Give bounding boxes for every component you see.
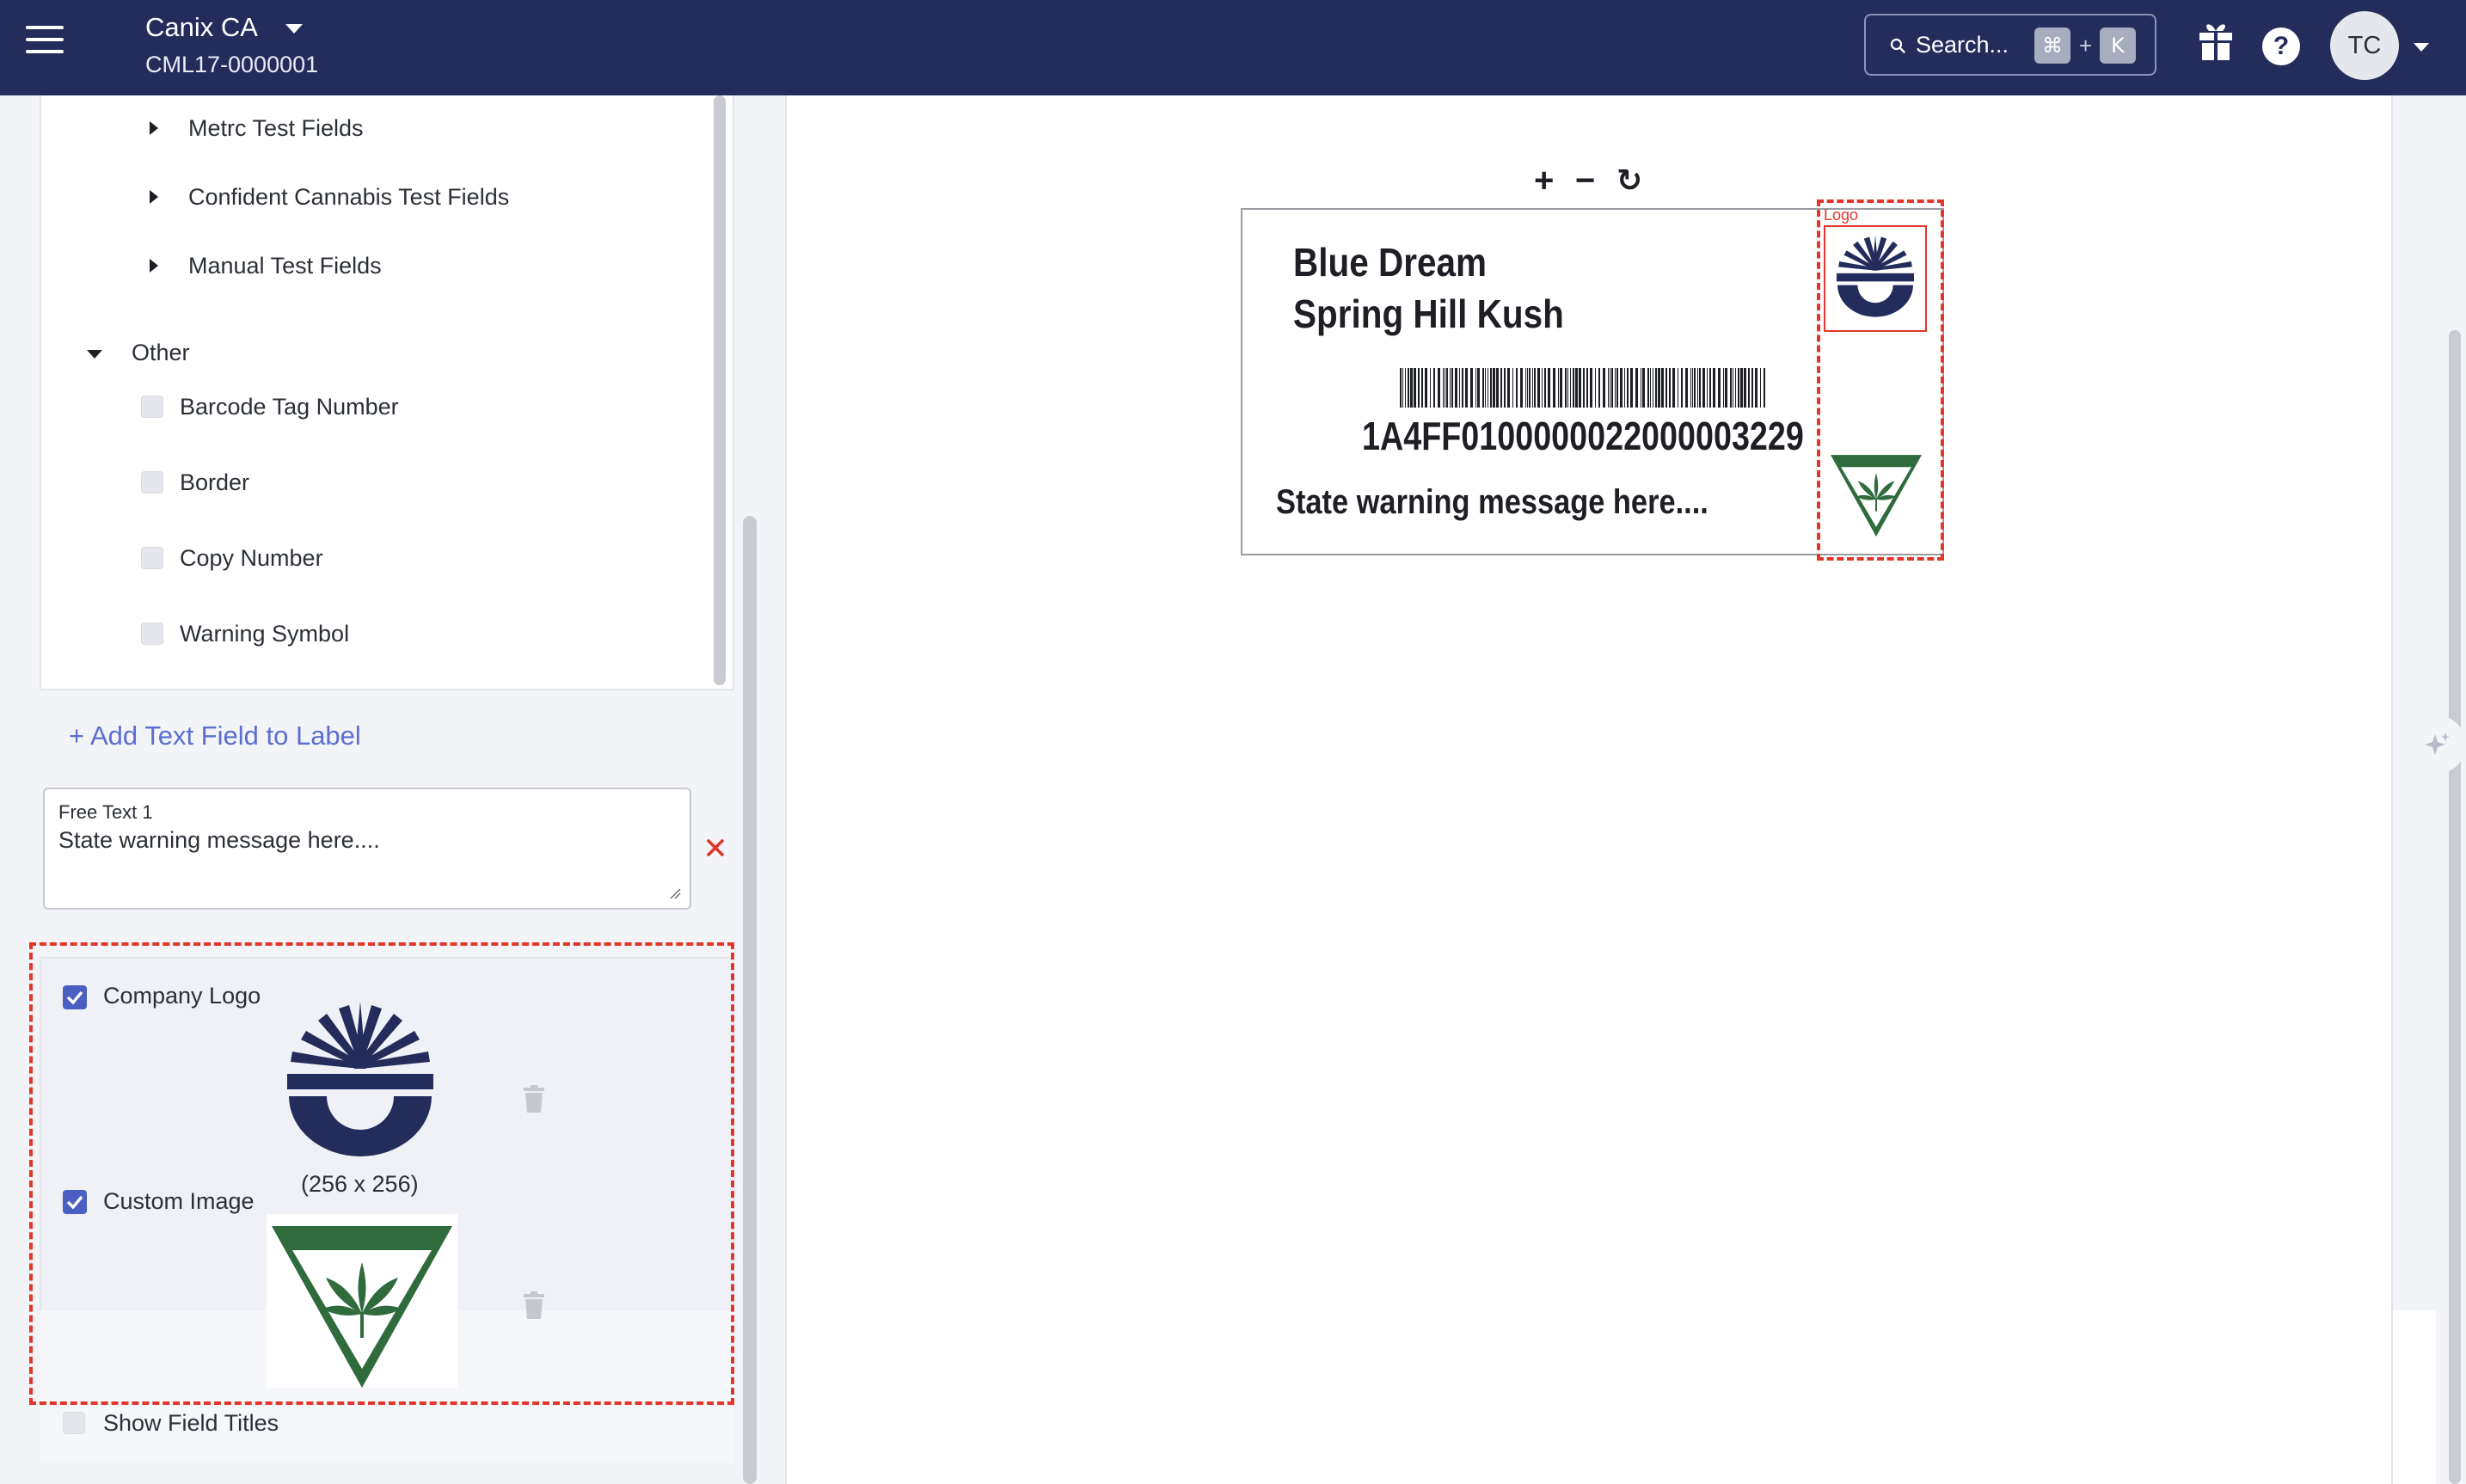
- checkbox-copy-number[interactable]: [141, 547, 163, 569]
- caret-right-icon[interactable]: [150, 190, 158, 204]
- sparkle-icon: [2425, 733, 2450, 755]
- tree-item-metrc[interactable]: Metrc Test Fields: [188, 115, 364, 142]
- checkbox-barcode-tag-number[interactable]: [141, 396, 163, 418]
- avatar[interactable]: TC: [2330, 11, 2399, 80]
- logo-caption: Logo: [1824, 206, 1859, 224]
- free-text-field[interactable]: Free Text 1 State warning message here..…: [43, 788, 691, 910]
- free-text-label: Free Text 1: [58, 801, 153, 823]
- shortcut-plus: +: [2079, 33, 2093, 58]
- tree-scrollbar[interactable]: [714, 95, 726, 685]
- shortcut-k-key: K: [2100, 28, 2136, 64]
- org-id: CML17-0000001: [145, 52, 319, 77]
- free-text-input[interactable]: State warning message here....: [58, 827, 660, 879]
- tree-item-copy-number[interactable]: Copy Number: [180, 545, 323, 572]
- search-icon: [1890, 38, 1905, 53]
- label-barcode[interactable]: [1400, 368, 1768, 408]
- label-barcode-number[interactable]: 1A4FF0100000022000003229: [1362, 413, 1804, 459]
- show-field-titles-label: Show Field Titles: [103, 1410, 279, 1436]
- checkbox-warning-symbol[interactable]: [141, 622, 163, 645]
- search-box[interactable]: ⌘ + K: [1864, 14, 2156, 76]
- gift-icon[interactable]: [2197, 19, 2235, 64]
- resize-handle-icon[interactable]: [669, 887, 681, 899]
- search-input[interactable]: [1916, 29, 2036, 60]
- canvas-scrollbar[interactable]: [2449, 330, 2461, 1484]
- canvas-edge: [2393, 1310, 2436, 1484]
- label-strain-subname[interactable]: Spring Hill Kush: [1293, 291, 1564, 337]
- tree-item-barcode-tag-number[interactable]: Barcode Tag Number: [180, 394, 399, 420]
- caret-right-icon[interactable]: [150, 121, 158, 135]
- label-strain-name[interactable]: Blue Dream: [1293, 239, 1487, 285]
- label-custom-image[interactable]: MARIJUANA PRODUCT: [1828, 449, 1924, 537]
- highlight-image-options: [29, 942, 734, 1405]
- marijuana-warning-icon: [1831, 455, 1922, 537]
- caret-right-icon[interactable]: [150, 259, 158, 273]
- org-name[interactable]: Canix CA: [145, 12, 258, 43]
- tree-item-manual[interactable]: Manual Test Fields: [188, 253, 382, 279]
- tree-group-other[interactable]: Other: [132, 340, 190, 366]
- hamburger-icon[interactable]: [26, 24, 64, 55]
- chevron-down-icon[interactable]: [285, 24, 303, 34]
- tree-item-confident-cannabis[interactable]: Confident Cannabis Test Fields: [188, 184, 509, 211]
- label-logo-image: [1837, 235, 1914, 317]
- shortcut-cmd-key: ⌘: [2034, 28, 2070, 64]
- label-warning-text[interactable]: State warning message here....: [1276, 483, 1708, 522]
- checkbox-show-field-titles[interactable]: [63, 1412, 85, 1434]
- label-custom-image-badge: MARIJUANA PRODUCT: [1842, 450, 1911, 456]
- sparkle-button[interactable]: [2408, 715, 2466, 774]
- zoom-out-button[interactable]: −: [1575, 162, 1595, 200]
- reset-zoom-button[interactable]: ↻: [1616, 163, 1642, 199]
- caret-down-icon[interactable]: [87, 350, 102, 359]
- top-bar: Canix CA CML17-0000001 ⌘ + K ? TC: [0, 0, 2466, 95]
- chevron-down-icon[interactable]: [2414, 43, 2429, 52]
- help-icon[interactable]: ?: [2262, 28, 2300, 65]
- zoom-in-button[interactable]: +: [1534, 162, 1554, 200]
- close-icon[interactable]: [703, 836, 727, 860]
- tree-item-border[interactable]: Border: [180, 469, 249, 496]
- left-panel-scrollbar[interactable]: [743, 516, 757, 1484]
- tree-item-warning-symbol[interactable]: Warning Symbol: [180, 621, 349, 647]
- add-text-field-button[interactable]: + Add Text Field to Label: [69, 721, 361, 751]
- checkbox-border[interactable]: [141, 471, 163, 494]
